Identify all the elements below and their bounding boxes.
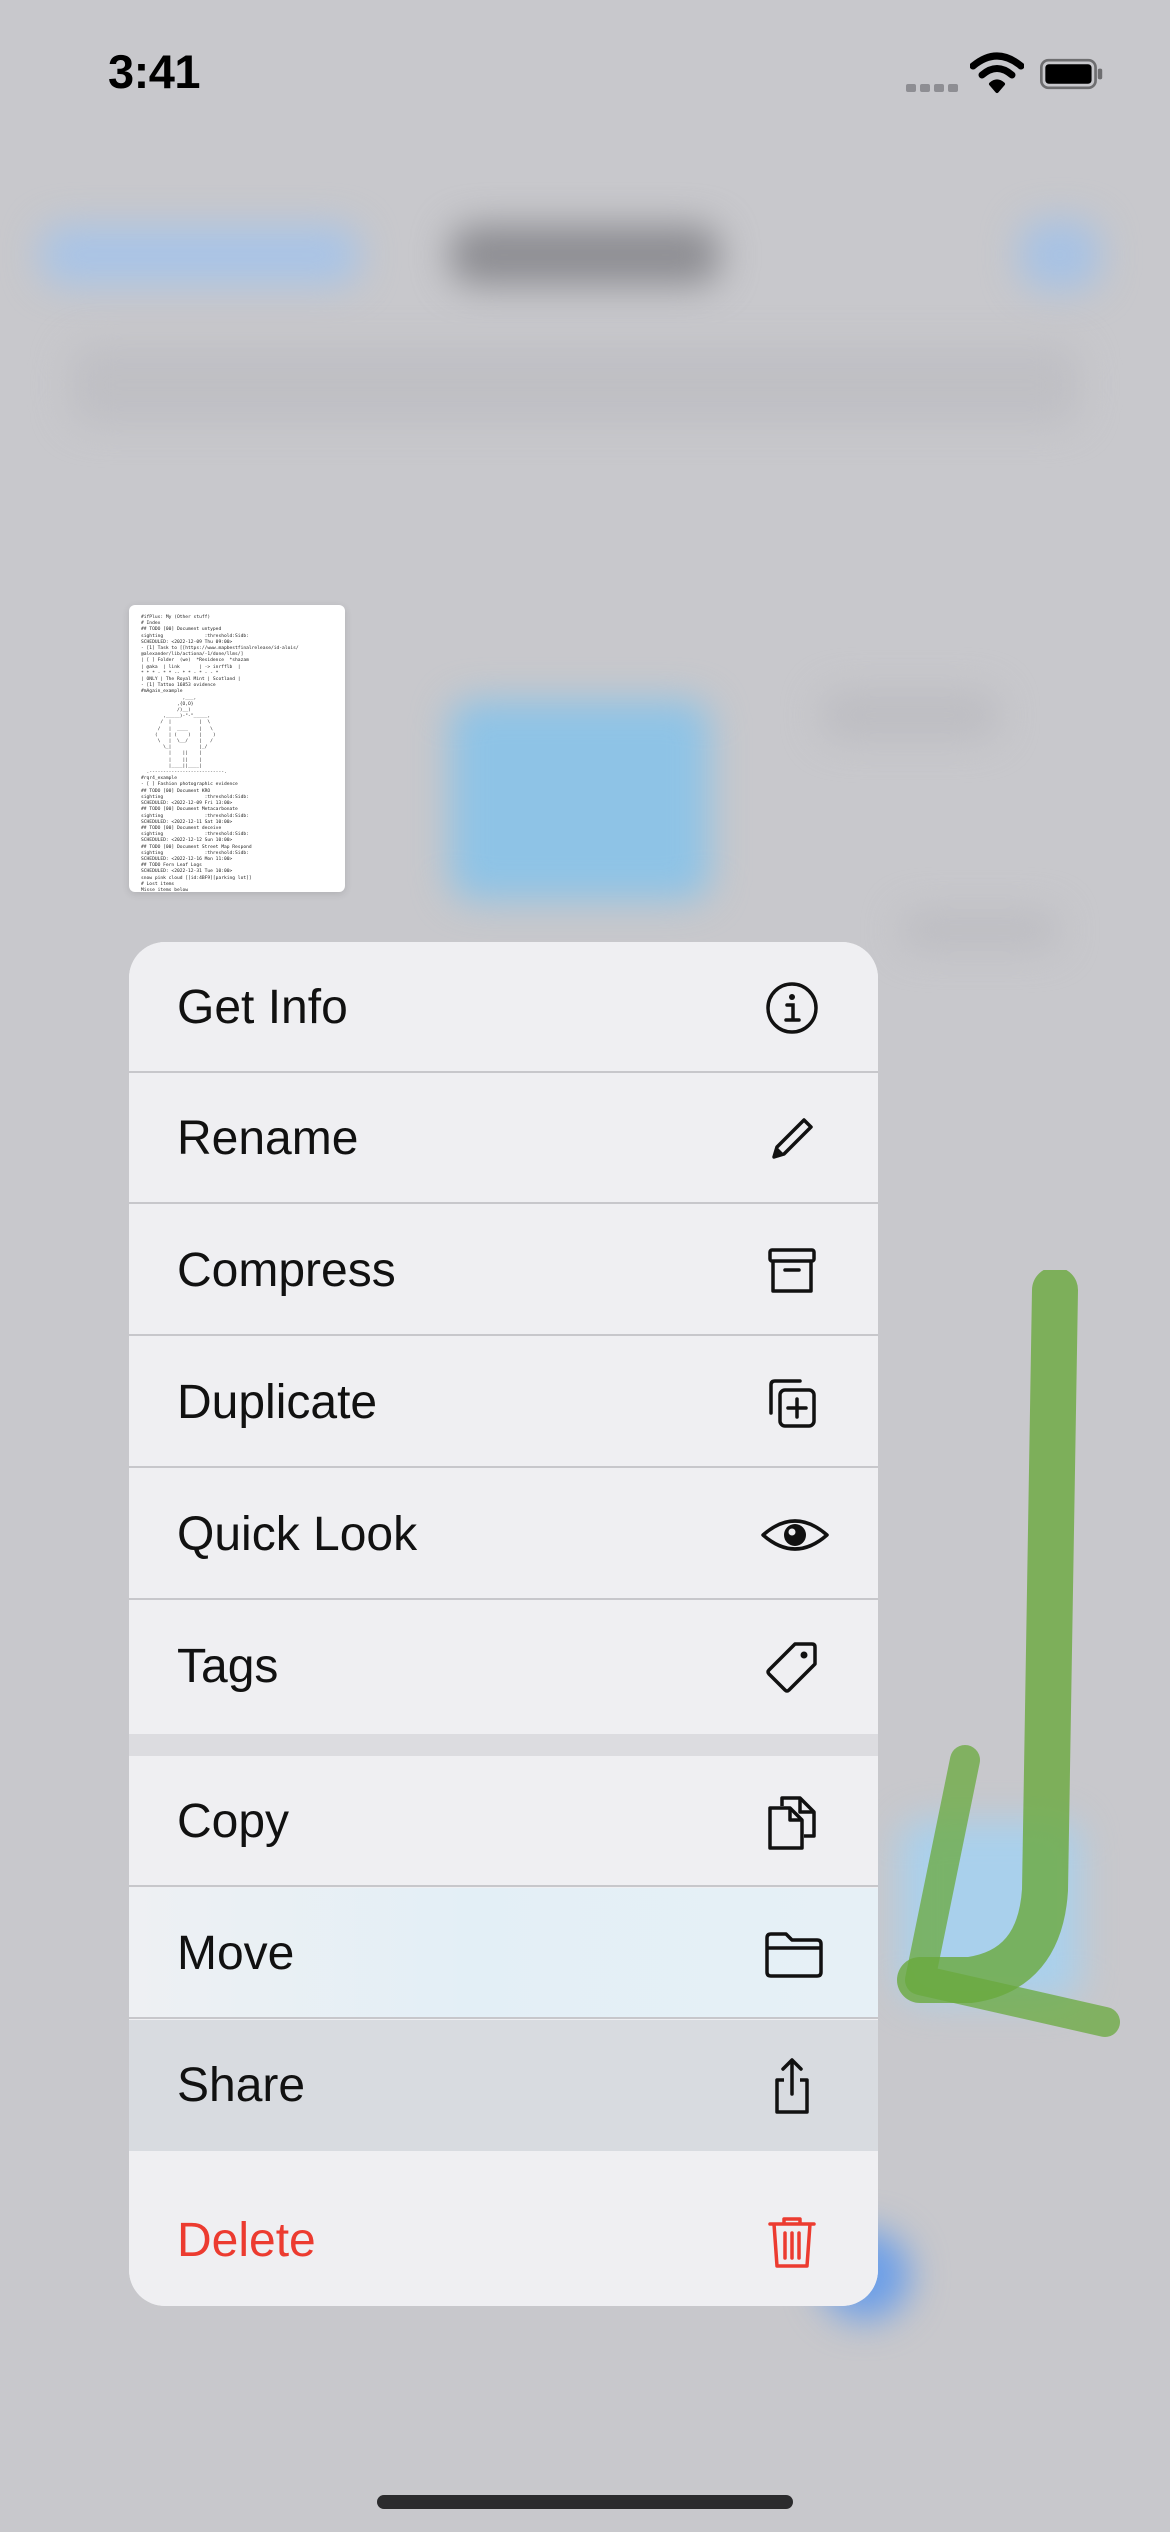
document-preview-text: #ifPlus: My (Other stuff) # Index ## TOD…: [141, 615, 299, 892]
info-circle-icon: [766, 982, 818, 1034]
menu-item-duplicate[interactable]: Duplicate: [129, 1337, 878, 1468]
annotation-arrow-drawing: [897, 1270, 1120, 2037]
duplicate-plus-icon: [769, 1379, 816, 1428]
tag-icon: [766, 1642, 817, 1693]
blurred-back-button: [40, 225, 360, 285]
cellular-signal-icon: [906, 84, 958, 92]
menu-item-tags[interactable]: Tags: [129, 1601, 878, 1732]
wifi-icon: [970, 52, 1024, 93]
blurred-search-bar: [70, 345, 1080, 425]
trash-icon: [768, 2217, 816, 2268]
battery-icon: [1040, 58, 1103, 90]
status-bar: 3:41: [0, 0, 1170, 150]
menu-item-share[interactable]: Share: [129, 2020, 878, 2151]
pencil-icon: [772, 1118, 813, 1159]
blurred-title: [450, 225, 720, 285]
menu-item-label: Quick Look: [177, 1508, 418, 1561]
menu-item-delete[interactable]: Delete: [129, 2175, 878, 2306]
blurred-nav-action: [1020, 220, 1100, 290]
blurred-file-label: [820, 690, 1000, 740]
menu-item-label: Copy: [177, 1795, 290, 1848]
menu-item-label: Rename: [177, 1112, 359, 1165]
menu-item-label: Delete: [177, 2214, 316, 2267]
blurred-folder-icon: [450, 700, 710, 900]
eye-icon: [761, 1519, 829, 1551]
home-indicator[interactable]: [377, 2495, 793, 2509]
menu-item-move[interactable]: Move: [129, 1888, 878, 2019]
document-preview-thumbnail[interactable]: #ifPlus: My (Other stuff) # Index ## TOD…: [129, 605, 345, 892]
blurred-file-label: [900, 910, 1060, 950]
menu-item-copy[interactable]: Copy: [129, 1756, 878, 1887]
menu-item-rename[interactable]: Rename: [129, 1073, 878, 1204]
menu-item-label: Share: [177, 2059, 306, 2112]
menu-item-compress[interactable]: Compress: [129, 1205, 878, 1336]
menu-item-label: Move: [177, 1927, 295, 1980]
menu-item-label: Compress: [177, 1244, 396, 1297]
menu-group-separator: [129, 1734, 878, 1756]
menu-item-label: Duplicate: [177, 1376, 378, 1429]
archive-box-icon: [768, 1248, 816, 1293]
menu-item-get-info[interactable]: Get Info: [129, 942, 878, 1073]
menu-item-label: Get Info: [177, 981, 348, 1034]
share-icon: [775, 2058, 809, 2114]
context-menu: Get Info Rename Compress Duplicate Quick…: [129, 942, 878, 2306]
status-time: 3:41: [108, 45, 201, 98]
documents-icon: [768, 1796, 816, 1850]
menu-item-label: Tags: [177, 1640, 279, 1693]
folder-icon: [765, 1932, 823, 1978]
menu-item-quick-look[interactable]: Quick Look: [129, 1469, 878, 1600]
